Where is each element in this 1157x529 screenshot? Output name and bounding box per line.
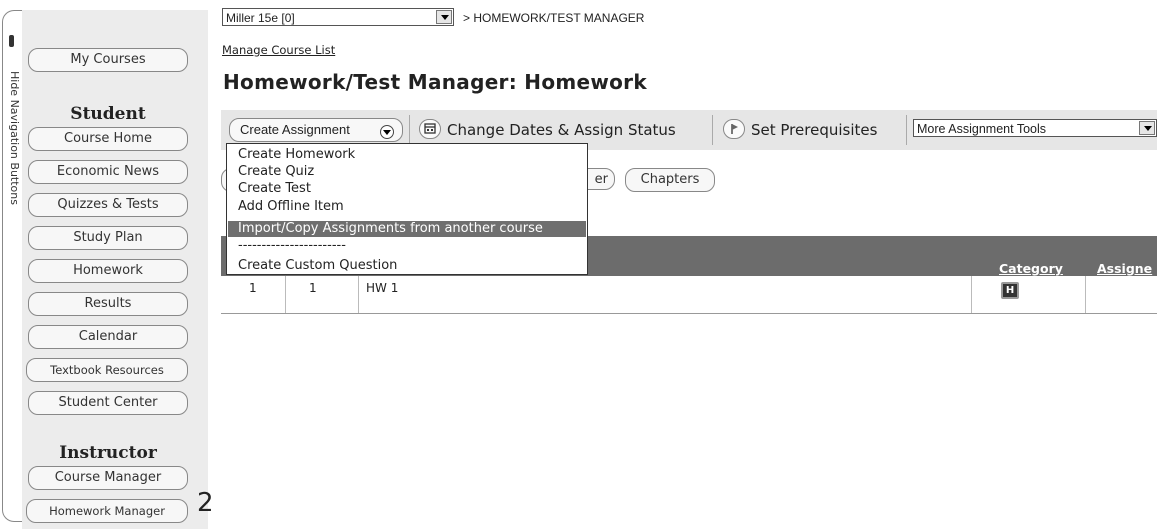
set-prerequisites-button[interactable]: Set Prerequisites bbox=[751, 121, 877, 139]
table-row[interactable]: 1 1 HW 1 H bbox=[221, 276, 1157, 314]
course-manager-button[interactable]: Course Manager bbox=[28, 466, 188, 490]
toolbar-divider bbox=[409, 115, 410, 145]
course-home-button[interactable]: Course Home bbox=[28, 127, 188, 151]
page-title: Homework/Test Manager: Homework bbox=[223, 70, 647, 94]
cell-divider bbox=[285, 276, 286, 313]
cell-divider bbox=[971, 276, 972, 313]
flag-icon[interactable] bbox=[723, 119, 745, 139]
chapters-button[interactable]: Chapters bbox=[625, 168, 715, 192]
economic-news-button[interactable]: Economic News bbox=[28, 160, 188, 184]
course-select[interactable]: Miller 15e [0] bbox=[222, 8, 454, 26]
chevron-down-icon[interactable] bbox=[1139, 121, 1155, 135]
toolbar-divider bbox=[906, 115, 907, 145]
homework-manager-button[interactable]: Homework Manager bbox=[26, 499, 188, 523]
menu-item-create-quiz[interactable]: Create Quiz bbox=[228, 164, 586, 180]
menu-item-import-copy-assignments[interactable]: Import/Copy Assignments from another cou… bbox=[228, 221, 586, 237]
chevron-down-icon bbox=[380, 125, 394, 139]
menu-item-create-test[interactable]: Create Test bbox=[228, 181, 586, 197]
sidebar: My Courses Student Course Home Economic … bbox=[22, 10, 208, 529]
quizzes-tests-button[interactable]: Quizzes & Tests bbox=[28, 193, 188, 217]
toolbar-divider bbox=[712, 115, 713, 145]
student-heading: Student bbox=[70, 104, 146, 124]
homework-category-icon: H bbox=[1001, 282, 1019, 299]
my-courses-button[interactable]: My Courses bbox=[28, 48, 188, 72]
category-column-header[interactable]: Category bbox=[999, 261, 1063, 276]
manage-course-list-link[interactable]: Manage Course List bbox=[222, 43, 335, 57]
assignment-name[interactable]: HW 1 bbox=[366, 276, 398, 313]
chevron-down-icon[interactable] bbox=[436, 10, 452, 24]
cell-divider bbox=[358, 276, 359, 313]
course-select-value: Miller 15e [0] bbox=[226, 11, 295, 25]
cell-divider bbox=[1085, 276, 1086, 313]
tab-handle-icon bbox=[9, 35, 14, 47]
homework-button[interactable]: Homework bbox=[28, 259, 188, 283]
instructor-heading: Instructor bbox=[59, 443, 157, 463]
student-center-button[interactable]: Student Center bbox=[28, 391, 188, 415]
create-assignment-button[interactable]: Create Assignment bbox=[229, 118, 403, 142]
menu-item-add-offline-item[interactable]: Add Offline Item bbox=[228, 199, 586, 215]
results-button[interactable]: Results bbox=[28, 292, 188, 316]
menu-item-create-homework[interactable]: Create Homework bbox=[228, 147, 586, 163]
create-assignment-menu: Create Homework Create Quiz Create Test … bbox=[226, 143, 588, 275]
calendar-icon[interactable] bbox=[419, 119, 441, 139]
row-col1: 1 bbox=[249, 281, 257, 295]
breadcrumb: > HOMEWORK/TEST MANAGER bbox=[463, 11, 645, 25]
more-assignment-tools-select[interactable]: More Assignment Tools bbox=[913, 119, 1157, 137]
more-tools-value: More Assignment Tools bbox=[917, 122, 1046, 136]
create-assignment-label: Create Assignment bbox=[240, 122, 350, 137]
change-dates-button[interactable]: Change Dates & Assign Status bbox=[447, 121, 676, 139]
calendar-button[interactable]: Calendar bbox=[28, 325, 188, 349]
menu-separator: ----------------------- bbox=[238, 238, 346, 253]
study-plan-button[interactable]: Study Plan bbox=[28, 226, 188, 250]
step-2-annotation: 2 bbox=[197, 488, 214, 518]
menu-item-create-custom-question[interactable]: Create Custom Question bbox=[228, 258, 586, 274]
hide-navigation-tab[interactable]: Hide Navigation Buttons bbox=[2, 10, 23, 522]
assigned-column-header[interactable]: Assigne bbox=[1097, 261, 1152, 276]
row-col2: 1 bbox=[309, 281, 317, 295]
textbook-resources-button[interactable]: Textbook Resources bbox=[26, 358, 188, 382]
hide-navigation-label: Hide Navigation Buttons bbox=[8, 71, 21, 205]
